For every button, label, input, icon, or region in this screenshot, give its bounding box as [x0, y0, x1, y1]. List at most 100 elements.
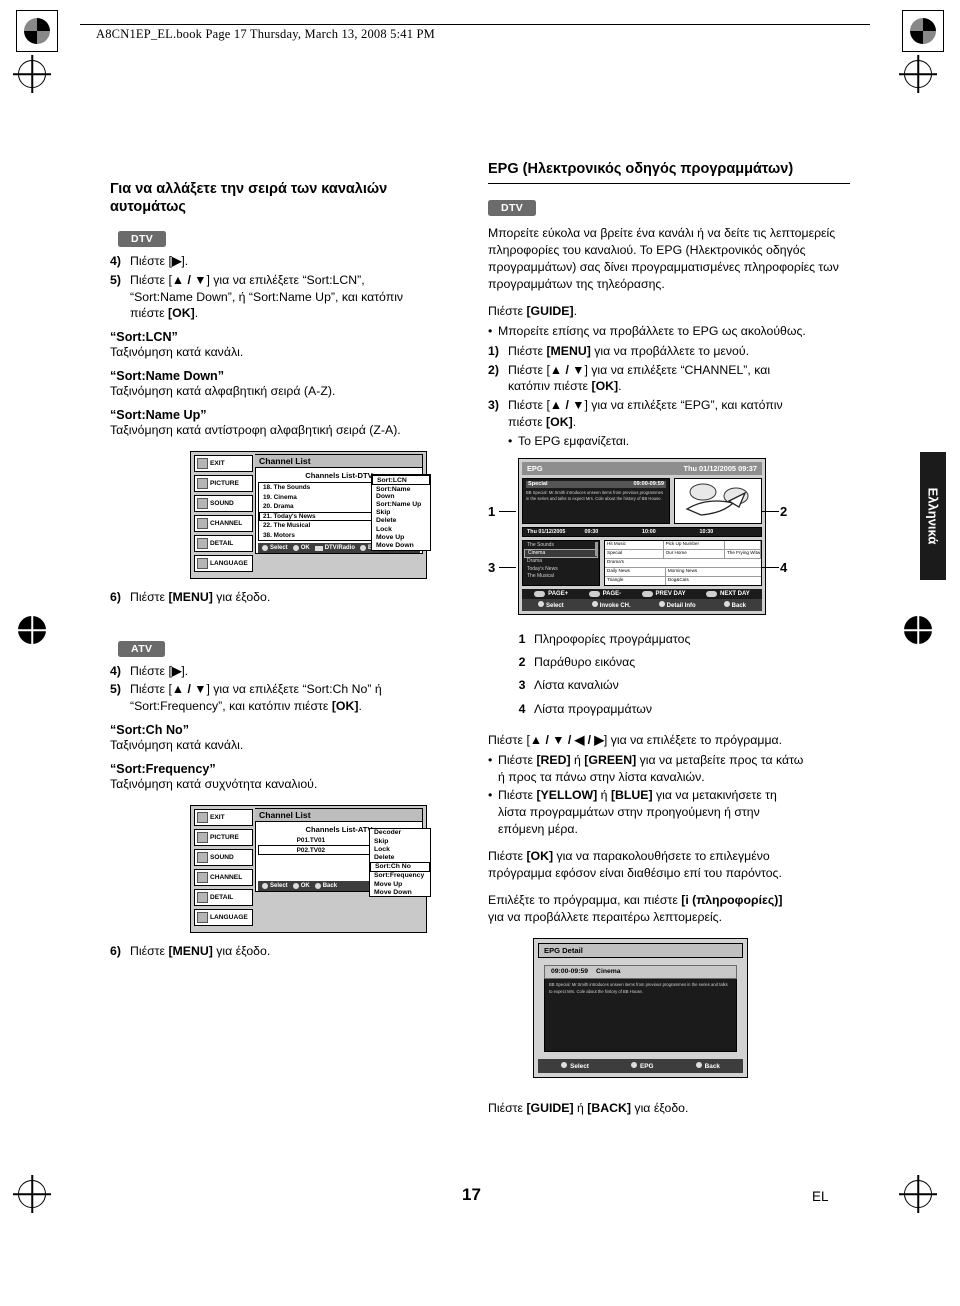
popup-item-move-down[interactable]: Move Down	[372, 541, 430, 549]
side-item-detail[interactable]: DETAIL	[194, 535, 253, 553]
callout-line-2	[762, 510, 779, 512]
callout-line-3	[499, 566, 516, 568]
dtv-step-4: 4) Πιέστε [▶].	[110, 253, 462, 270]
side-item-picture[interactable]: PICTURE	[194, 828, 253, 846]
grid-cell[interactable]: Dog&Cats	[666, 577, 761, 585]
epg-color-keys: PAGE+ PAGE- PREV DAY NEXT DAY	[522, 588, 762, 599]
list-item[interactable]: The Sounds	[524, 542, 598, 549]
popup-item-sort-frequency[interactable]: Sort:Frequency	[370, 872, 430, 880]
side-item-channel[interactable]: CHANNEL	[194, 515, 253, 533]
popup-item-sort-name-up[interactable]: Sort:Name Up	[372, 500, 430, 508]
grid-cell[interactable]	[725, 540, 761, 549]
grid-cell[interactable]: Hit Music	[605, 540, 664, 549]
right-column: EPG (Ηλεκτρονικός οδηγός προγραμμάτων) D…	[488, 160, 850, 1120]
table-row: Drama's	[605, 559, 761, 568]
side-item-picture[interactable]: PICTURE	[194, 475, 253, 493]
grid-cell[interactable]: Daily News	[605, 567, 666, 576]
timeline-slot: 10:30	[699, 528, 714, 535]
grid-cell[interactable]: Triangle	[605, 576, 666, 585]
color-key-next-day[interactable]: NEXT DAY	[706, 590, 750, 597]
side-item-exit[interactable]: EXIT	[194, 455, 253, 473]
scrollbar-thumb[interactable]	[595, 541, 598, 556]
blue-key-icon	[706, 590, 717, 597]
list-item[interactable]: Drama	[524, 558, 598, 565]
grid-cell[interactable]: Our Home	[664, 549, 725, 558]
popup-item-lock[interactable]: Lock	[372, 525, 430, 533]
grid-cell[interactable]: Pick Up Number	[664, 540, 725, 549]
popup-item-sort-lcn[interactable]: Sort:LCN	[372, 475, 430, 486]
side-item-exit[interactable]: EXIT	[194, 808, 253, 826]
epg-info-title: Special	[528, 481, 548, 487]
popup-item-delete[interactable]: Delete	[370, 853, 430, 861]
bullet-dot-icon: •	[488, 788, 493, 803]
popup-item-skip[interactable]: Skip	[372, 509, 430, 517]
step-number: 5)	[110, 682, 121, 697]
grid-cell[interactable]: The Frying Witwen	[725, 549, 761, 558]
bullet-dot-icon: •	[508, 433, 513, 448]
def-desc-sort-name-up: Ταξινόμηση κατά αντίστροφη αλφαβητική σε…	[110, 423, 401, 438]
footer-key-back: Back	[723, 600, 746, 609]
side-item-label: EXIT	[210, 460, 225, 468]
page-number: 17	[462, 1185, 481, 1204]
yellow-key-icon	[641, 590, 653, 597]
callout-line-1	[499, 510, 516, 512]
color-key-page-minus[interactable]: PAGE-	[588, 590, 621, 597]
grid-cell[interactable]: Morning News	[666, 568, 761, 576]
list-item-selected[interactable]: Cinema	[524, 548, 598, 558]
step-number: 3)	[488, 398, 499, 413]
popup-item-move-down[interactable]: Move Down	[370, 888, 430, 896]
right-heading: EPG (Ηλεκτρονικός οδηγός προγραμμάτων)	[488, 160, 850, 185]
popup-item-move-up[interactable]: Move Up	[372, 533, 430, 541]
def-desc-sort-ch-no: Ταξινόμηση κατά κανάλι.	[110, 737, 244, 752]
epg-detail-time: 09:00-09:59	[551, 968, 589, 976]
list-item[interactable]: The Musical	[524, 572, 598, 579]
channel-name: 21. Today's News	[263, 512, 316, 520]
dpad-icon	[537, 600, 544, 607]
channel-name: P02.TV02	[296, 846, 326, 854]
side-item-label: LANGUAGE	[210, 560, 248, 568]
legend-item-2: 2 Παράθυρο εικόνας	[518, 654, 636, 669]
step-text: Πιέστε [▶].	[130, 663, 189, 678]
side-item-channel[interactable]: CHANNEL	[194, 868, 253, 886]
side-item-label: DETAIL	[210, 540, 234, 548]
popup-item-sort-name-down[interactable]: Sort:Name Down	[372, 485, 430, 500]
side-item-sound[interactable]: SOUND	[194, 848, 253, 866]
header-file-line: A8CN1EP_EL.book Page 17 Thursday, March …	[96, 27, 435, 41]
table-row: Hit Music Pick Up Number	[605, 540, 761, 550]
def-desc-sort-frequency: Ταξινόμηση κατά συχνότητα καναλιού.	[110, 776, 318, 791]
corner-mark-top-left	[16, 10, 58, 52]
grid-cell[interactable]: Special	[605, 549, 664, 558]
footer-key-invoke-ch: Invoke CH.	[591, 600, 631, 609]
side-item-sound[interactable]: SOUND	[194, 495, 253, 513]
epg-detail-programme: 09:00-09:59 Cinema	[544, 964, 737, 979]
color-key-prev-day[interactable]: PREV DAY	[641, 590, 686, 597]
popup-item-delete[interactable]: Delete	[372, 517, 430, 525]
popup-item-move-up[interactable]: Move Up	[370, 880, 430, 888]
osd-channel-list-atv: EXIT PICTURE SOUND CHANNEL DETAIL LANGUA…	[190, 804, 431, 933]
popup-item-decoder[interactable]: Decoder	[370, 829, 430, 837]
sound-icon	[197, 851, 208, 863]
side-item-label: SOUND	[210, 853, 234, 861]
popup-item-skip[interactable]: Skip	[370, 837, 430, 845]
side-item-language[interactable]: LANGUAGE	[194, 908, 253, 926]
color-key-page-plus[interactable]: PAGE+	[534, 590, 568, 597]
step-text: Πιέστε [▲ / ▼] για να επιλέξετε “EPG”, κ…	[508, 398, 783, 429]
side-item-label: PICTURE	[210, 480, 239, 488]
osd-epg-detail: EPG Detail 09:00-09:59 Cinema BB Special…	[533, 937, 748, 1078]
epg-step-2: 2) Πιέστε [▲ / ▼] για να επιλέξετε “CHAN…	[488, 362, 850, 395]
side-item-detail[interactable]: DETAIL	[194, 888, 253, 906]
osd-side-menu: EXIT PICTURE SOUND CHANNEL DETAIL LANGUA…	[191, 806, 255, 932]
dpad-icon	[262, 882, 268, 889]
popup-item-sort-ch-no[interactable]: Sort:Ch No	[370, 861, 430, 872]
step-text: Πιέστε [▲ / ▼] για να επιλέξετε “Sort:Ch…	[130, 682, 382, 714]
epg-timeline: Thu 01/12/2005 09:30 10:00 10:30	[522, 526, 762, 537]
popup-item-lock[interactable]: Lock	[370, 845, 430, 853]
list-item[interactable]: Today's News	[524, 565, 598, 572]
side-item-language[interactable]: LANGUAGE	[194, 555, 253, 573]
para-exit: Πιέστε [GUIDE] ή [BACK] για έξοδο.	[488, 1100, 689, 1115]
def-term-sort-lcn: “Sort:LCN”	[110, 330, 178, 345]
step-number: 5)	[110, 272, 121, 287]
dtv-step-6: 6) Πιέστε [MENU] για έξοδο.	[110, 589, 462, 606]
grid-cell[interactable]: Drama's	[605, 559, 761, 567]
back-icon	[314, 882, 321, 889]
